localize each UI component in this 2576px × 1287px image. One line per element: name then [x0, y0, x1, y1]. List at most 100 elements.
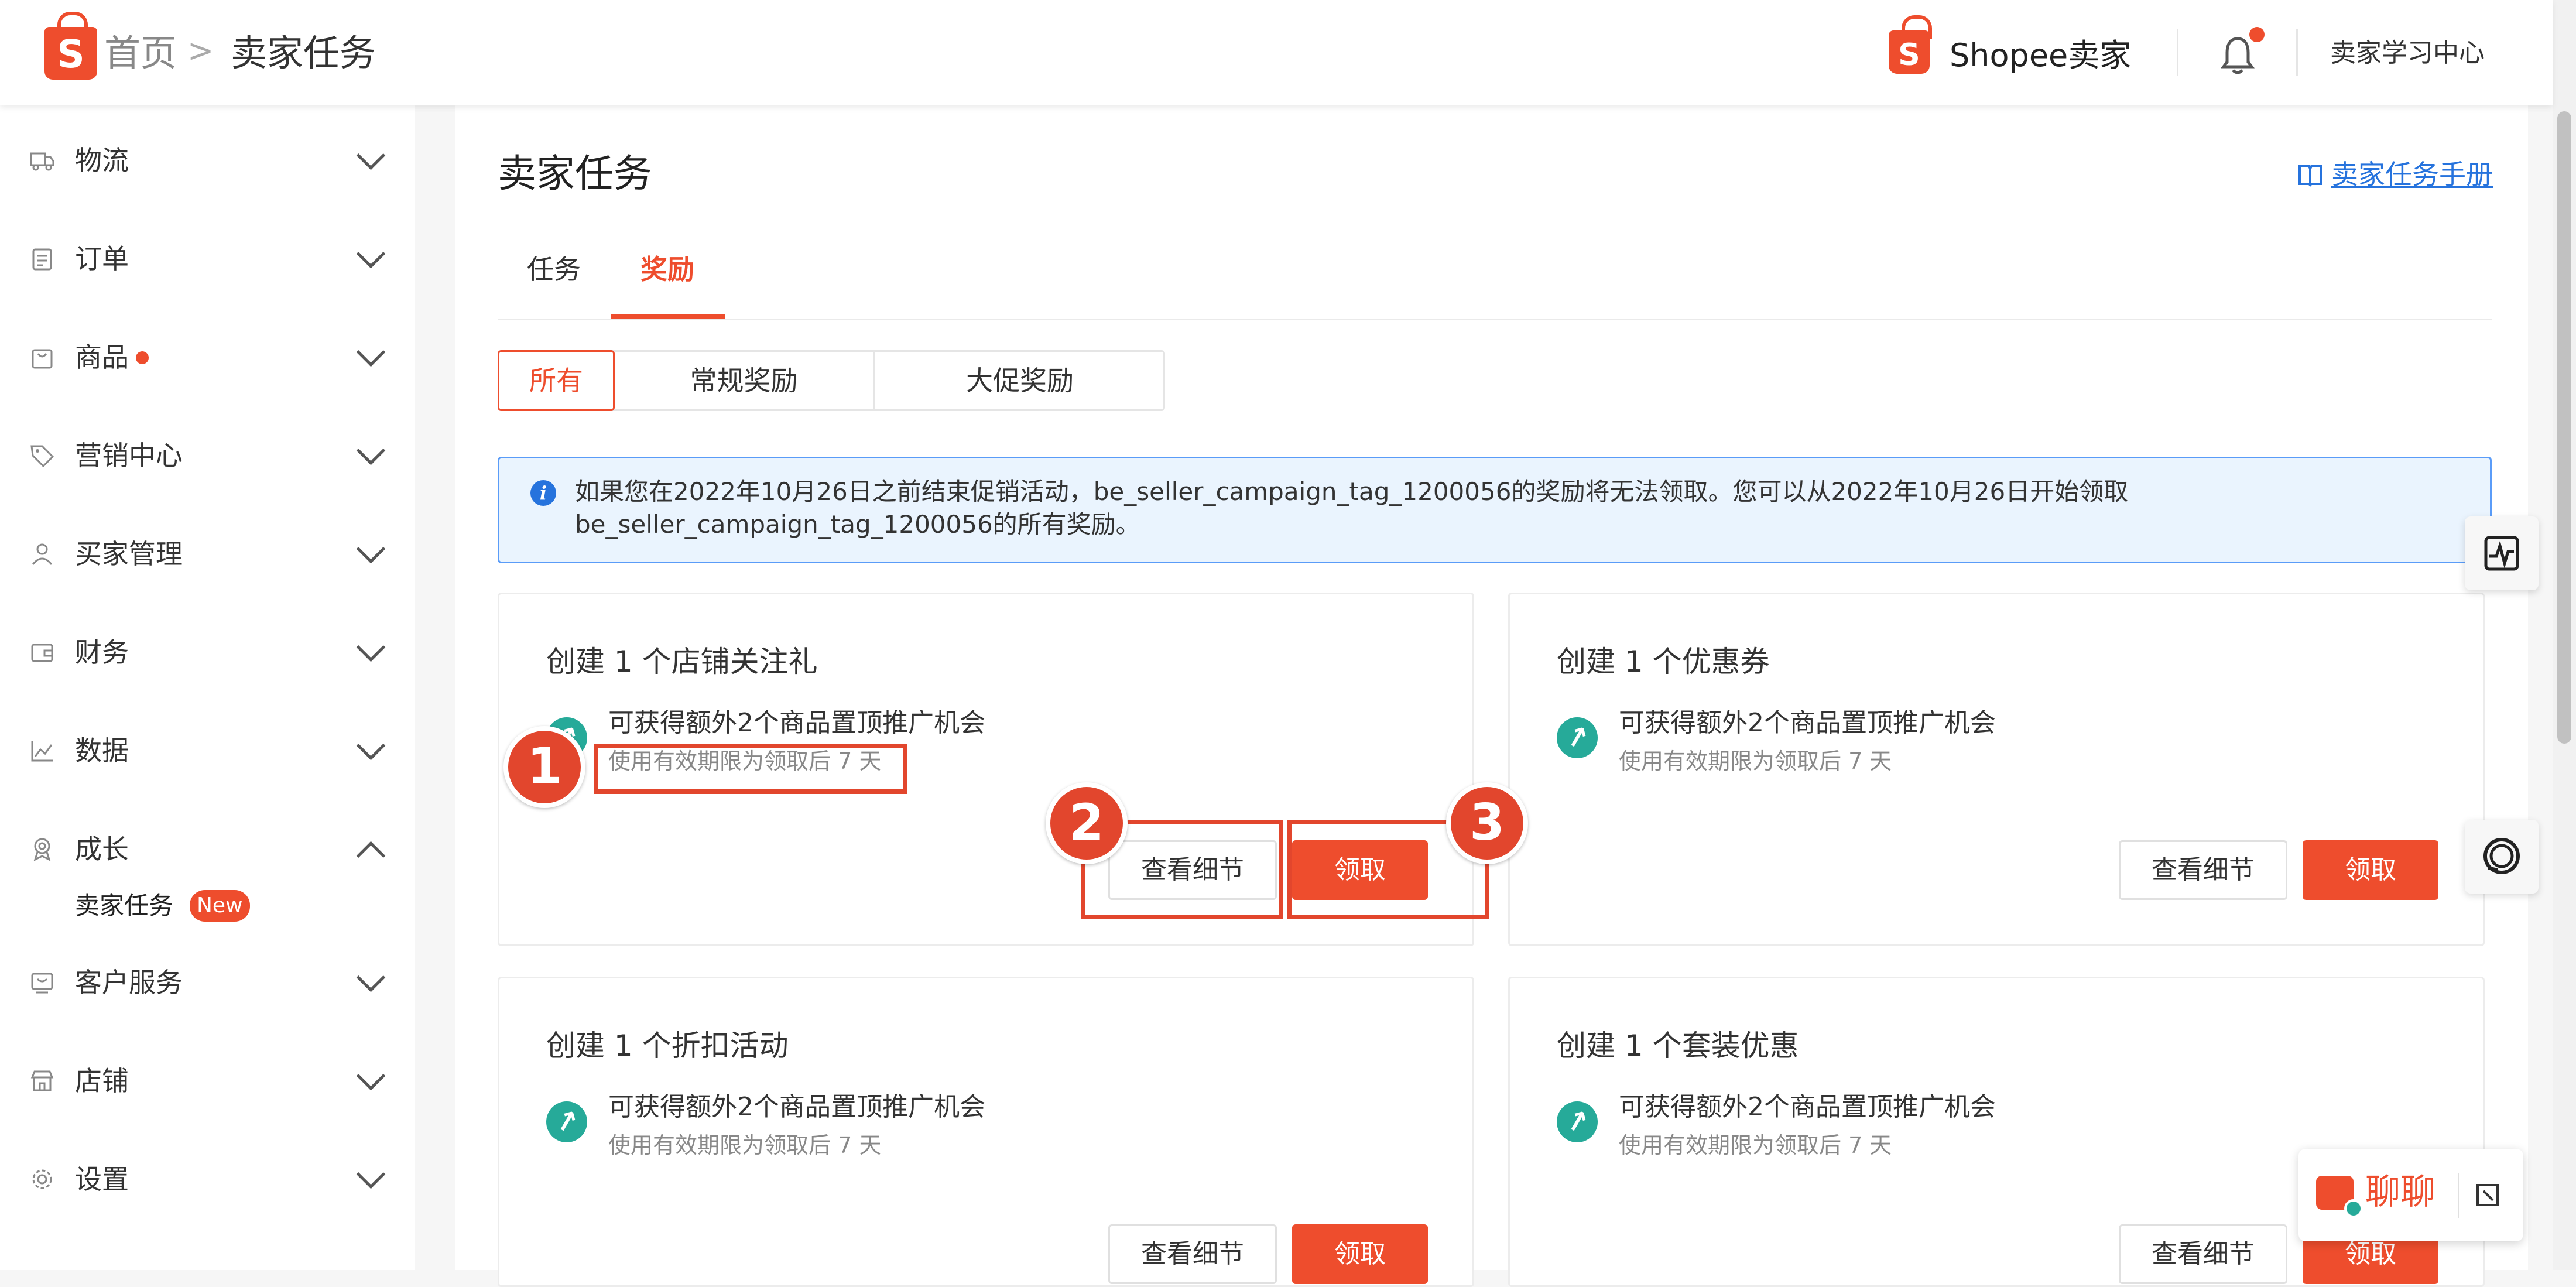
view-details-button[interactable]: 查看细节: [2119, 840, 2287, 900]
bag-icon: [29, 344, 55, 370]
shopee-logo-icon[interactable]: S: [44, 12, 97, 80]
reward-validity: 使用有效期限为领取后 7 天: [1619, 1132, 1892, 1158]
notification-dot: [2249, 27, 2265, 42]
sidebar-item-7[interactable]: 数据: [0, 716, 415, 786]
annotation-number-1: 1: [503, 726, 585, 808]
user-icon: [29, 541, 55, 567]
chevron-down-icon: [356, 436, 386, 465]
sidebar-item-5[interactable]: 买家管理: [0, 519, 415, 589]
medal-icon: [29, 836, 55, 862]
filter-all[interactable]: 所有: [498, 350, 615, 411]
claim-button[interactable]: 领取: [2303, 840, 2438, 900]
active-tab-indicator: [611, 314, 725, 319]
view-details-button[interactable]: 查看细节: [2119, 1224, 2287, 1284]
sidebar-item-label: 成长: [75, 833, 129, 865]
brand-name: Shopee卖家: [1950, 37, 2132, 74]
reward-description: 可获得额外2个商品置顶推广机会: [608, 1092, 985, 1122]
tab-rewards[interactable]: 奖励: [640, 246, 694, 293]
sidebar-item-3[interactable]: 商品: [0, 322, 415, 392]
sidebar-item-6[interactable]: 财务: [0, 617, 415, 687]
bell-icon[interactable]: [2220, 35, 2255, 76]
expand-icon[interactable]: [2474, 1182, 2501, 1209]
annotation-number-3: 3: [1446, 782, 1528, 864]
shopee-brand-icon: S: [1889, 15, 1932, 74]
sidebar-item-label: 数据: [75, 735, 129, 766]
claim-button[interactable]: 领取: [1292, 1224, 1428, 1284]
book-icon[interactable]: [2297, 162, 2323, 187]
annotation-box-validity: [594, 744, 907, 794]
sidebar-item-8[interactable]: 成长: [0, 814, 415, 884]
sidebar-item-10[interactable]: 店铺: [0, 1046, 415, 1116]
sidebar-item-label: 设置: [75, 1163, 129, 1195]
chevron-down-icon: [356, 1159, 386, 1189]
chevron-up-icon: [356, 841, 386, 871]
chevron-down-icon: [356, 1061, 386, 1091]
reward-description: 可获得额外2个商品置顶推广机会: [1619, 1092, 1996, 1122]
clipboard-icon: [29, 246, 55, 272]
chevron-down-icon: [356, 239, 386, 269]
sidebar-item-4[interactable]: 营销中心: [0, 420, 415, 491]
sidebar-item-label: 店铺: [75, 1065, 129, 1097]
pulse-chart-icon: [2484, 536, 2519, 571]
boost-arrow-icon: [1557, 1101, 1598, 1142]
reward-card-title: 创建 1 个店铺关注礼: [546, 645, 818, 679]
reward-card: 创建 1 个折扣活动可获得额外2个商品置顶推广机会使用有效期限为领取后 7 天查…: [498, 977, 1474, 1287]
reward-card-title: 创建 1 个优惠券: [1557, 645, 1770, 679]
new-item-dot: [136, 351, 149, 364]
chat-divider: [2458, 1173, 2459, 1218]
reward-card: 创建 1 个优惠券可获得额外2个商品置顶推广机会使用有效期限为领取后 7 天查看…: [1508, 593, 2485, 946]
chevron-down-icon: [356, 632, 386, 662]
wallet-icon: [29, 639, 55, 665]
manual-link[interactable]: 卖家任务手册: [2331, 156, 2493, 193]
chevron-down-icon: [356, 963, 386, 992]
annotation-number-2: 2: [1046, 782, 1128, 864]
chevron-down-icon: [356, 731, 386, 761]
reward-card-title: 创建 1 个套装优惠: [1557, 1029, 1799, 1063]
sidebar-item-label: 买家管理: [75, 538, 183, 570]
filter-regular[interactable]: 常规奖励: [615, 350, 875, 411]
sidebar-item-2[interactable]: 订单: [0, 224, 415, 294]
reward-validity: 使用有效期限为领取后 7 天: [1619, 748, 1892, 774]
sidebar-item-label: 财务: [75, 636, 129, 668]
boost-arrow-icon: [1557, 717, 1598, 758]
new-badge: New: [190, 890, 250, 922]
sidebar-sub-item-seller-tasks[interactable]: 卖家任务: [75, 885, 173, 926]
chevron-down-icon: [356, 534, 386, 564]
sidebar-item-label: 客户服务: [75, 967, 183, 998]
sidebar-item-label: 商品: [75, 341, 129, 373]
float-chart-button[interactable]: [2465, 516, 2539, 590]
float-support-button[interactable]: [2465, 820, 2539, 894]
truck-icon: [29, 148, 55, 173]
info-icon: i: [530, 480, 556, 506]
chat-label[interactable]: 聊聊: [2365, 1169, 2435, 1216]
notice-text-line2: be_seller_campaign_tag_1200056的所有奖励。: [575, 510, 1140, 539]
sidebar-item-11[interactable]: 设置: [0, 1144, 415, 1214]
top-header: S 首页 > 卖家任务 S Shopee卖家 卖家学习中心: [0, 0, 2553, 105]
sidebar-item-1[interactable]: 物流: [0, 125, 415, 196]
learning-center-link[interactable]: 卖家学习中心: [2330, 27, 2485, 80]
headset-icon: [2483, 838, 2520, 874]
view-details-button[interactable]: 查看细节: [1108, 1224, 1277, 1284]
page-title: 卖家任务: [498, 151, 652, 196]
reward-card-title: 创建 1 个折扣活动: [546, 1029, 789, 1063]
boost-arrow-icon: [546, 1101, 587, 1142]
service-icon: [29, 970, 55, 995]
notice-text-line1: 如果您在2022年10月26日之前结束促销活动，be_seller_campai…: [575, 477, 2129, 506]
sidebar-item-label: 订单: [75, 243, 129, 275]
shop-icon: [29, 1068, 55, 1094]
scrollbar-thumb[interactable]: [2557, 111, 2571, 744]
reward-validity: 使用有效期限为领取后 7 天: [608, 1132, 882, 1158]
tag-icon: [29, 443, 55, 468]
breadcrumb-home[interactable]: 首页: [104, 27, 177, 80]
breadcrumb-separator-icon: >: [187, 32, 214, 69]
chevron-down-icon: [356, 141, 386, 170]
filter-promo[interactable]: 大促奖励: [875, 350, 1165, 411]
header-divider: [2177, 29, 2178, 76]
sidebar-item-9[interactable]: 客户服务: [0, 947, 415, 1018]
online-status-dot: [2344, 1199, 2363, 1218]
tabs-divider: [498, 319, 2492, 320]
tab-tasks[interactable]: 任务: [527, 246, 581, 293]
header-divider: [2296, 29, 2298, 76]
reward-description: 可获得额外2个商品置顶推广机会: [608, 708, 985, 738]
gear-icon: [29, 1166, 55, 1192]
